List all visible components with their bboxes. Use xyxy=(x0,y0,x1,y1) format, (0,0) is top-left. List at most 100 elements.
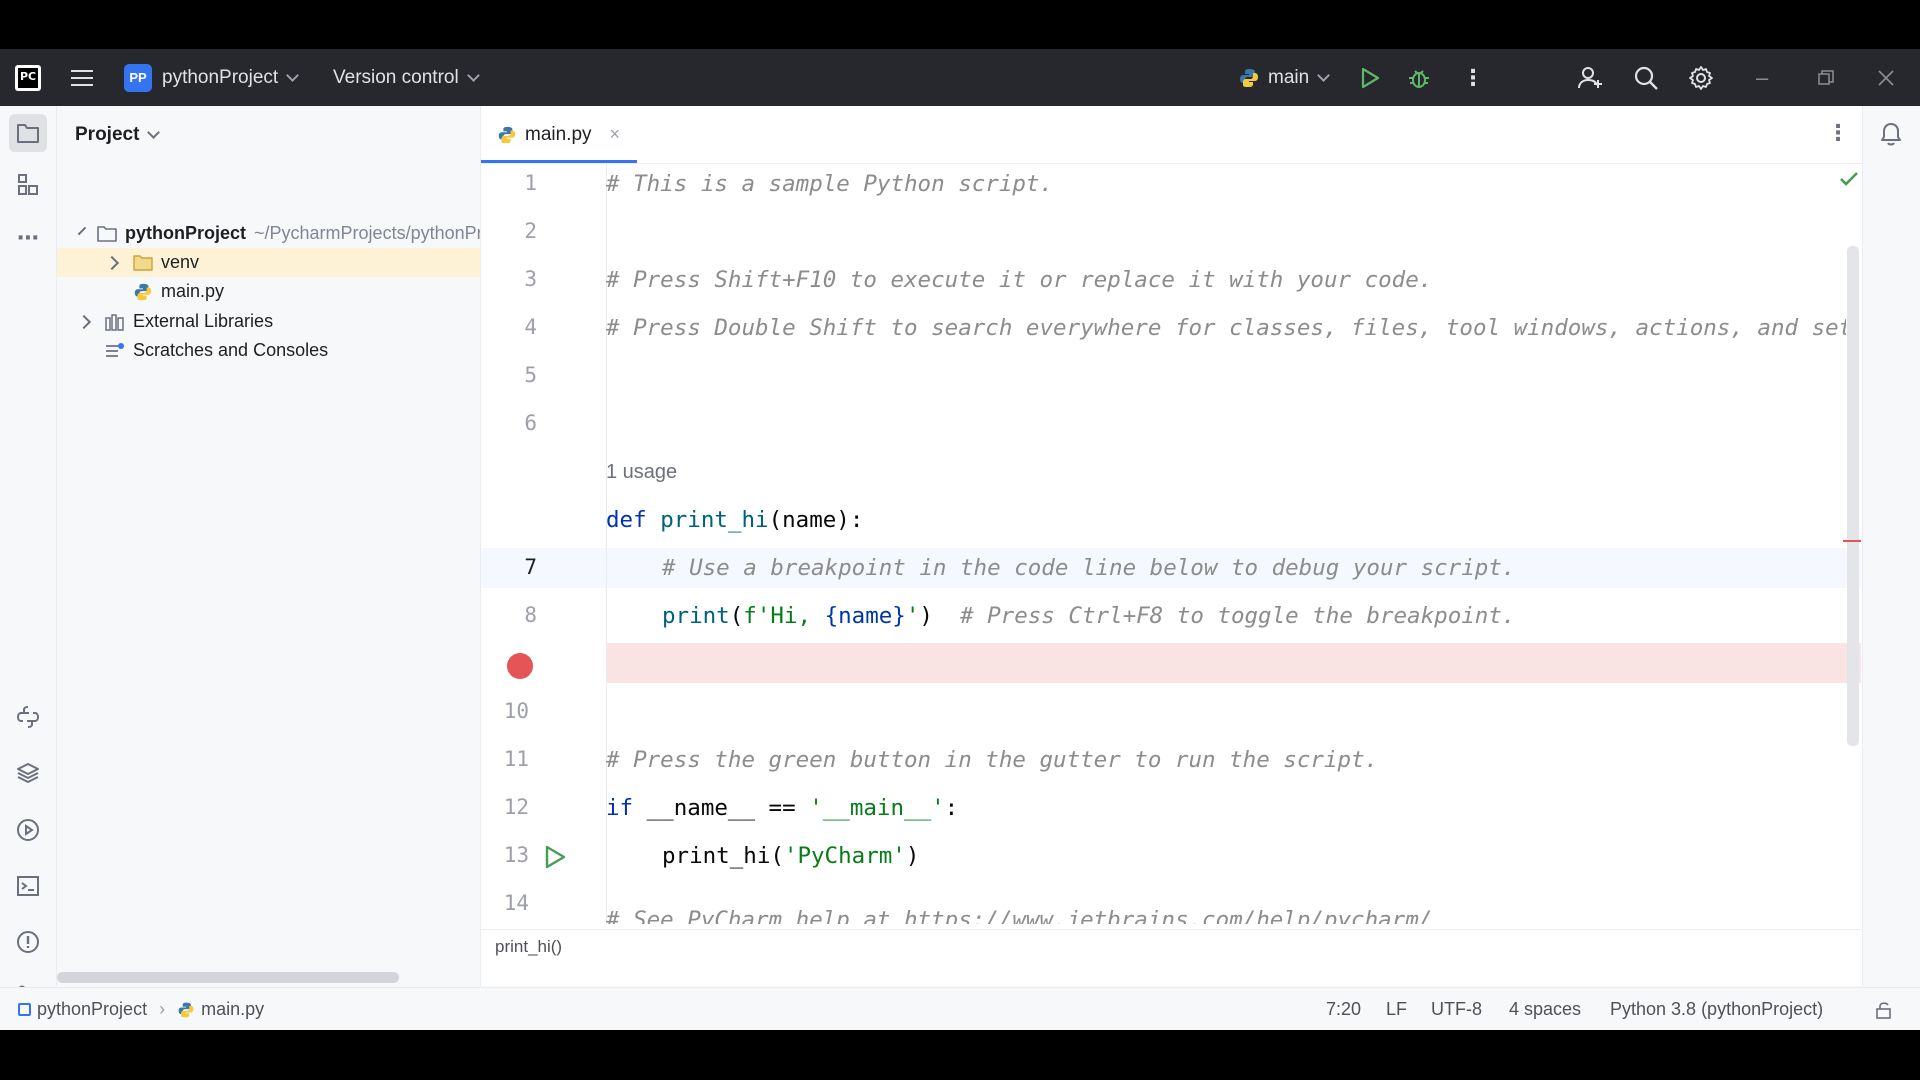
code-line-16: # See PyCharm help at https://www.jetbra… xyxy=(606,907,1433,924)
line-number: 3 xyxy=(524,267,537,291)
project-root-path: ~/PycharmProjects/pythonProject xyxy=(254,223,480,243)
code-line-14: print_hi('PyCharm') xyxy=(662,843,920,869)
problems-icon[interactable] xyxy=(14,928,42,956)
code-line-9: print(f'Hi, {name}') # Press Ctrl+F8 to … xyxy=(662,603,1516,629)
python-icon xyxy=(1238,67,1260,89)
terminal-icon[interactable] xyxy=(14,872,42,900)
settings-gear-icon[interactable] xyxy=(1688,49,1714,106)
tree-item-scratches[interactable]: Scratches and Consoles xyxy=(57,336,480,365)
editor-gutter[interactable]: 1 2 3 4 5 6 7 8 10 11 12 13 14 xyxy=(481,164,606,924)
close-icon[interactable] xyxy=(1878,49,1894,106)
run-config-label: main xyxy=(1268,66,1310,88)
debug-icon[interactable] xyxy=(1407,49,1431,106)
breakpoint-icon[interactable] xyxy=(507,653,533,679)
project-view-selector[interactable]: Project xyxy=(75,106,161,163)
left-tool-strip: ⋯ xyxy=(0,106,57,1008)
tab-main-py[interactable]: main.py × xyxy=(481,106,637,163)
chevron-right-icon[interactable] xyxy=(104,255,120,270)
right-tool-strip xyxy=(1862,106,1920,986)
tree-item-external-libraries[interactable]: External Libraries xyxy=(57,307,480,336)
main-menu-icon[interactable] xyxy=(71,49,93,106)
error-stripe-marker[interactable] xyxy=(1843,540,1861,542)
status-breadcrumb[interactable]: pythonProject › main.py xyxy=(18,988,264,1030)
tab-actions-icon[interactable]: ⋮ xyxy=(1827,120,1849,146)
status-file-name[interactable]: main.py xyxy=(201,999,264,1020)
line-number: 14 xyxy=(503,891,529,915)
breadcrumb-separator-icon: › xyxy=(159,999,166,1019)
minimize-icon[interactable]: – xyxy=(1756,49,1768,106)
scratches-icon xyxy=(105,342,125,360)
tab-label: main.py xyxy=(525,123,592,145)
line-number: 11 xyxy=(503,747,529,771)
usage-inlay-hint[interactable]: 1 usage xyxy=(606,452,677,492)
line-separator[interactable]: LF xyxy=(1386,988,1407,1030)
inspection-ok-icon[interactable] xyxy=(1839,170,1859,193)
ide-window: PC PP pythonProject Version control main xyxy=(0,49,1920,1030)
editor-vertical-scrollbar[interactable] xyxy=(1847,246,1859,746)
library-icon xyxy=(105,313,125,331)
line-number: 2 xyxy=(524,219,537,243)
more-actions-icon[interactable]: ⋮ xyxy=(1462,49,1484,106)
code-line-1: # This is a sample Python script. xyxy=(606,171,1054,197)
code-line-3: # Press Shift+F10 to execute it or repla… xyxy=(606,267,1433,293)
tree-label-project-root: pythonProject xyxy=(125,223,247,243)
chevron-down-icon xyxy=(286,68,300,82)
line-number: 5 xyxy=(524,363,537,387)
editor-area: main.py × ⋮ 1 2 3 4 5 6 7 8 10 11 12 13 xyxy=(481,106,1862,1003)
tree-label-main-py: main.py xyxy=(161,281,225,301)
code-line-12: # Press the green button in the gutter t… xyxy=(606,747,1379,773)
file-encoding[interactable]: UTF-8 xyxy=(1431,988,1482,1030)
code-line-7: def print_hi(name): xyxy=(606,507,864,533)
python-packages-icon[interactable] xyxy=(14,703,42,731)
tree-item-main-py[interactable]: main.py xyxy=(57,277,480,306)
active-tab-indicator xyxy=(481,160,637,163)
run-config-selector[interactable]: main xyxy=(1238,49,1331,106)
code-line-13: if __name__ == '__main__': xyxy=(606,795,959,821)
line-number: 1 xyxy=(524,171,537,195)
run-gutter-icon[interactable] xyxy=(543,844,567,875)
breadcrumb-function[interactable]: print_hi() xyxy=(495,937,562,957)
project-horizontal-scrollbar[interactable] xyxy=(57,972,399,983)
restore-icon[interactable] xyxy=(1818,49,1834,106)
pycharm-logo[interactable]: PC xyxy=(15,49,41,106)
run-icon[interactable] xyxy=(1359,49,1381,106)
title-bar: PC PP pythonProject Version control main xyxy=(0,49,1920,106)
add-user-icon[interactable] xyxy=(1577,49,1603,106)
tab-close-icon[interactable]: × xyxy=(610,124,621,145)
version-control-menu[interactable]: Version control xyxy=(333,49,480,106)
project-header-label: Project xyxy=(75,123,140,145)
editor-breadcrumb-bar: print_hi() xyxy=(481,929,1862,963)
line-number: 7 xyxy=(524,555,537,579)
code-editor[interactable]: # This is a sample Python script. # Pres… xyxy=(606,164,1846,924)
services-icon[interactable] xyxy=(14,816,42,844)
version-control-label: Version control xyxy=(333,66,459,88)
status-project-name[interactable]: pythonProject xyxy=(37,999,147,1020)
project-folder-icon[interactable] xyxy=(9,114,47,152)
structure-icon[interactable] xyxy=(14,171,42,199)
notifications-bell-icon[interactable] xyxy=(1879,121,1903,152)
project-switcher[interactable]: PP pythonProject xyxy=(124,49,300,106)
more-tools-icon[interactable]: ⋯ xyxy=(14,224,42,252)
layers-icon[interactable] xyxy=(14,759,42,787)
tree-item-project-root[interactable]: pythonProject ~/PycharmProjects/pythonPr… xyxy=(57,219,480,248)
tree-item-venv[interactable]: venv xyxy=(57,248,480,277)
chevron-down-icon xyxy=(1317,68,1331,82)
indent-setting[interactable]: 4 spaces xyxy=(1509,988,1581,1030)
search-icon[interactable] xyxy=(1633,49,1659,106)
project-badge: PP xyxy=(124,63,152,92)
chevron-right-icon[interactable] xyxy=(76,314,92,329)
line-number: 6 xyxy=(524,411,537,435)
chevron-down-icon xyxy=(466,68,480,82)
project-tool-window: Project pythonProject ~/PycharmProjects/… xyxy=(57,106,481,986)
python-interpreter[interactable]: Python 3.8 (pythonProject) xyxy=(1610,988,1823,1030)
chevron-down-icon[interactable] xyxy=(77,226,87,236)
line-number: 12 xyxy=(503,795,529,819)
chevron-down-icon xyxy=(147,125,161,139)
line-number: 4 xyxy=(524,315,537,339)
tree-label-external-libraries: External Libraries xyxy=(133,311,274,331)
read-only-lock-icon[interactable] xyxy=(1874,988,1894,1030)
line-number: 10 xyxy=(503,699,529,723)
python-file-icon xyxy=(497,125,517,145)
editor-tab-bar: main.py × ⋮ xyxy=(481,106,1862,164)
caret-position[interactable]: 7:20 xyxy=(1326,988,1361,1030)
